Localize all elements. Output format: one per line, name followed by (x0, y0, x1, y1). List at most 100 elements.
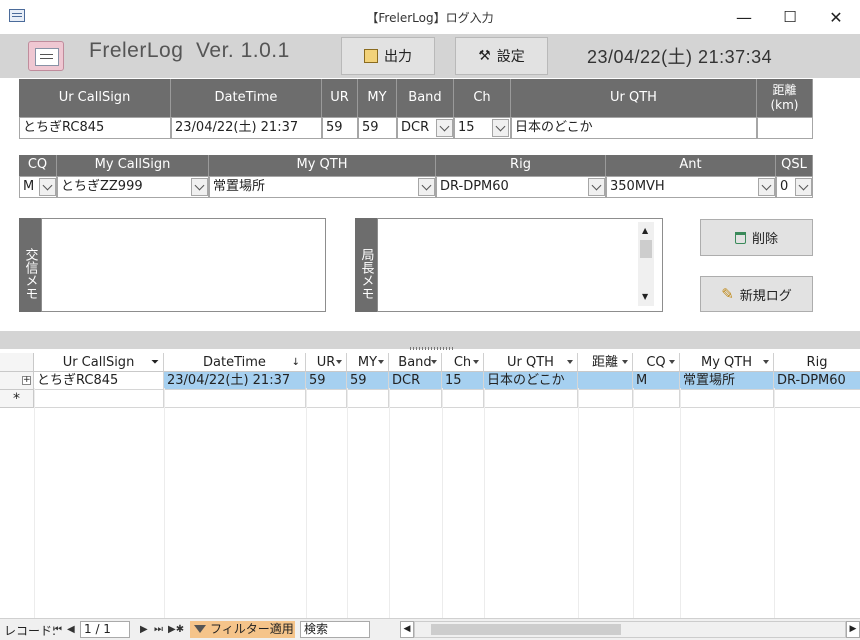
column-header-rig[interactable]: Rig (774, 353, 860, 372)
ur-report-input[interactable]: 59 (322, 117, 358, 139)
grid-line (164, 388, 165, 618)
memo-scrollbar[interactable]: ▲ ▼ (638, 222, 654, 306)
table-cell[interactable]: M (633, 372, 680, 390)
settings-button[interactable]: ⚒ 設定 (455, 37, 548, 75)
rig-select[interactable]: DR-DPM60 (436, 176, 606, 198)
column-label: UR (316, 355, 336, 370)
table-cell[interactable]: 15 (442, 372, 484, 390)
my-qth-select[interactable]: 常置場所 (209, 176, 436, 198)
table-cell[interactable] (578, 390, 633, 408)
table-cell[interactable] (442, 390, 484, 408)
column-header-cq[interactable]: CQ (633, 353, 680, 372)
title-bar: 【FrelerLog】ログ入力 — ☐ ✕ (0, 0, 860, 34)
delete-button[interactable]: 削除 (700, 219, 813, 256)
trash-icon (734, 231, 746, 244)
scroll-right-icon[interactable]: ▶ (846, 621, 860, 638)
column-header-ch[interactable]: Ch (442, 353, 484, 372)
column-header-datetime[interactable]: DateTime ↓ (164, 353, 306, 372)
filter-applied-badge[interactable]: フィルター適用 (190, 621, 295, 638)
next-record-icon[interactable]: ▶ (140, 624, 148, 635)
column-label: 距離 (591, 355, 618, 370)
new-row-marker[interactable]: * (0, 390, 34, 408)
new-log-button-label: 新規ログ (739, 288, 792, 304)
column-dropdown-icon (431, 360, 437, 364)
rig-dropdown-chevron-down-icon[interactable] (588, 178, 605, 196)
my-callsign-select[interactable]: とちぎZZ999 (57, 176, 209, 198)
header-qsl: QSL (776, 155, 813, 176)
table-cell[interactable]: とちぎRC845 (34, 372, 164, 390)
last-record-icon[interactable]: ⏭ (154, 624, 163, 635)
column-header-ur[interactable]: UR (306, 353, 347, 372)
exchange-memo-textarea[interactable] (41, 218, 326, 312)
table-cell[interactable] (578, 372, 633, 390)
funnel-icon (194, 625, 206, 633)
table-cell[interactable] (484, 390, 578, 408)
my-report-input[interactable]: 59 (358, 117, 397, 139)
grid-line (484, 388, 485, 618)
maximize-button[interactable]: ☐ (767, 0, 813, 34)
header-ur: UR (322, 79, 358, 117)
table-cell[interactable]: 59 (306, 372, 347, 390)
column-dropdown-icon (669, 360, 675, 364)
table-cell[interactable] (347, 390, 389, 408)
column-header-ur-callsign[interactable]: Ur CallSign ⏷ (34, 353, 164, 372)
close-button[interactable]: ✕ (813, 0, 859, 34)
select-all-corner[interactable] (0, 353, 34, 372)
scroll-up-icon[interactable]: ▲ (642, 226, 648, 235)
my-qth-dropdown-chevron-down-icon[interactable] (418, 178, 435, 196)
qsl-dropdown-chevron-down-icon[interactable] (795, 178, 812, 196)
export-icon (364, 49, 378, 63)
output-button[interactable]: 出力 (341, 37, 435, 75)
new-record-icon[interactable]: ▶✱ (168, 624, 184, 635)
record-position-input[interactable]: 1 / 1 (80, 621, 130, 638)
column-header-band[interactable]: Band (389, 353, 442, 372)
table-cell[interactable]: DCR (389, 372, 442, 390)
clock-display: 23/04/22(土) 21:37:34 (587, 47, 773, 67)
header-my-qth: My QTH (209, 155, 436, 176)
search-input[interactable]: 検索 (300, 621, 370, 638)
column-header-my-qth[interactable]: My QTH (680, 353, 774, 372)
expand-plus-icon[interactable]: + (22, 376, 31, 385)
table-cell[interactable] (389, 390, 442, 408)
column-header-ur-qth[interactable]: Ur QTH (484, 353, 578, 372)
ant-dropdown-chevron-down-icon[interactable] (758, 178, 775, 196)
table-cell[interactable] (34, 390, 164, 408)
column-header-distance[interactable]: 距離 (578, 353, 633, 372)
header-my: MY (358, 79, 397, 117)
column-label: Ur CallSign (62, 355, 135, 370)
column-header-my[interactable]: MY (347, 353, 389, 372)
table-cell[interactable] (680, 390, 774, 408)
scroll-left-icon[interactable]: ◀ (400, 621, 414, 638)
row-selector[interactable]: + (0, 372, 34, 390)
grid-line (578, 388, 579, 618)
ant-select[interactable]: 350MVH (606, 176, 776, 198)
cq-dropdown-chevron-down-icon[interactable] (39, 178, 56, 196)
table-cell[interactable] (774, 390, 860, 408)
table-cell[interactable] (633, 390, 680, 408)
horizontal-scrollbar[interactable] (414, 621, 846, 638)
station-memo-textarea[interactable] (377, 218, 663, 312)
band-dropdown-chevron-down-icon[interactable] (436, 119, 453, 137)
first-record-icon[interactable]: ⏮ (53, 624, 62, 635)
ur-callsign-input[interactable]: とちぎRC845 (19, 117, 171, 139)
ur-qth-input[interactable]: 日本のどこか (511, 117, 757, 139)
table-cell[interactable] (164, 390, 306, 408)
previous-record-icon[interactable]: ◀ (67, 624, 75, 635)
ch-dropdown-chevron-down-icon[interactable] (492, 119, 509, 137)
table-cell[interactable]: 日本のどこか (484, 372, 578, 390)
table-cell[interactable]: 23/04/22(土) 21:37 (164, 372, 306, 390)
datetime-input[interactable]: 23/04/22(土) 21:37 (171, 117, 322, 139)
table-cell[interactable]: DR-DPM60 (774, 372, 860, 390)
scroll-down-icon[interactable]: ▼ (642, 292, 648, 301)
new-log-button[interactable]: ✎ 新規ログ (700, 276, 813, 312)
table-cell[interactable] (306, 390, 347, 408)
table-cell[interactable]: 59 (347, 372, 389, 390)
column-label: Ur QTH (507, 355, 554, 370)
my-callsign-dropdown-chevron-down-icon[interactable] (191, 178, 208, 196)
minimize-button[interactable]: — (721, 0, 767, 34)
header-band: Band (397, 79, 454, 117)
distance-input[interactable] (757, 117, 813, 139)
scroll-thumb[interactable] (640, 240, 652, 258)
scroll-thumb[interactable] (431, 624, 621, 635)
table-cell[interactable]: 常置場所 (680, 372, 774, 390)
